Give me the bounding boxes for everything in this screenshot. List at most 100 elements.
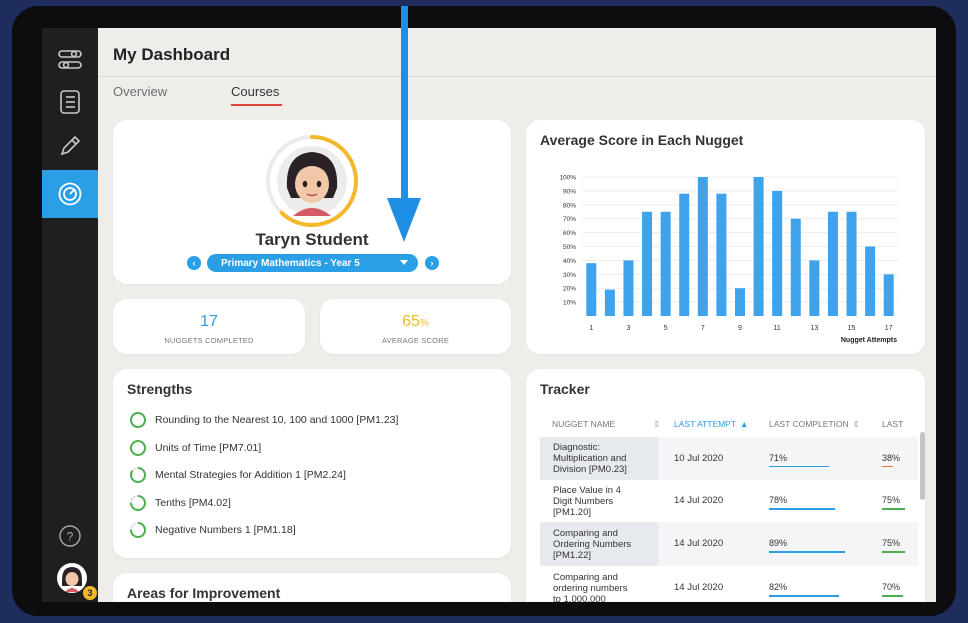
- chart-bar: [697, 177, 708, 316]
- y-tick-label: 10%: [563, 300, 576, 307]
- last-completion-cell: 71%: [769, 452, 788, 463]
- column-header-last-attempt[interactable]: LAST ATTEMPT ▲: [674, 419, 748, 429]
- bar-chart: 10%20%30%40%50%60%70%80%90%100%1 3 5 7 9 11 13…: [559, 175, 898, 344]
- last-attempt-cell: 10 Jul 2020: [674, 452, 724, 464]
- sidebar: ? 3: [42, 28, 98, 602]
- y-tick-label: 100%: [559, 175, 576, 182]
- last-score-cell: 75%: [882, 495, 901, 505]
- average-score-unit: %: [419, 318, 429, 329]
- chart-bar: [660, 211, 671, 316]
- y-tick-label: 80%: [563, 202, 576, 209]
- tablet-frame: ? 3 My Dashboard Overview Courses Taryn …: [12, 6, 956, 616]
- column-header-nugget-name-label: NUGGET NAME: [552, 419, 616, 429]
- column-header-last[interactable]: LAST: [882, 419, 903, 429]
- notification-badge: 3: [83, 586, 97, 600]
- nugget-name: Comparing and ordering numbers to 1,000,00…: [553, 572, 653, 603]
- table-row[interactable]: Comparing and Ordering Numbers [PM1.22] 14 …: [540, 522, 918, 566]
- y-tick-label: 60%: [563, 230, 576, 237]
- last-completion-cell: 89%: [769, 538, 788, 548]
- table-row[interactable]: Place Value in 4 Digit Numbers [PM1.20] 14 …: [540, 480, 918, 522]
- dashboard-icon[interactable]: [52, 176, 88, 212]
- average-score-label: AVERAGE SCORE: [381, 336, 450, 345]
- strength-label: Negative Numbers 1 [PM1.18]: [155, 524, 296, 536]
- tracker-card: Tracker NUGGET NAME ⇕ LAST ATTEMPT ▲ LAST …: [526, 369, 925, 602]
- chart-bar: [790, 218, 801, 316]
- strength-item[interactable]: Rounding to the Nearest 10, 100 and 1000…: [129, 411, 398, 429]
- chart-bar: [642, 211, 653, 316]
- nugget-name-line: Digit Numbers: [553, 495, 614, 507]
- last-score-cell: 38%: [882, 452, 901, 463]
- chevron-down-icon: [400, 260, 408, 265]
- progress-circle-icon: [130, 467, 146, 483]
- completion-bar: [769, 508, 836, 510]
- chart-bar: [846, 211, 857, 316]
- average-score-value: 65%: [320, 313, 511, 331]
- last-score-cell: 75%: [882, 538, 901, 548]
- column-header-last-completion-label: LAST COMPLETION: [769, 419, 849, 429]
- strength-item[interactable]: Negative Numbers 1 [PM1.18]: [129, 521, 296, 539]
- nugget-name-line: [PM1.22]: [553, 549, 592, 561]
- completion-bar: [769, 465, 830, 467]
- chart-bar: [772, 190, 783, 316]
- chart-bar: [753, 177, 764, 316]
- course-select[interactable]: Primary Mathematics - Year 5: [207, 254, 418, 272]
- next-course-button[interactable]: ›: [425, 256, 439, 270]
- column-header-nugget-name[interactable]: NUGGET NAME ⇕: [552, 419, 660, 430]
- help-icon[interactable]: ?: [52, 518, 88, 554]
- strength-item[interactable]: Mental Strategies for Addition 1 [PM2.24…: [129, 466, 346, 484]
- x-tick-label: 9: [738, 325, 742, 332]
- progress-circle-icon: [130, 412, 146, 428]
- chart-bar: [865, 246, 876, 316]
- nugget-name-line: Ordering Numbers: [553, 538, 632, 550]
- chart-bar: [586, 263, 597, 316]
- strength-label: Rounding to the Nearest 10, 100 and 1000…: [155, 414, 399, 426]
- chart-bar: [735, 288, 745, 316]
- nuggets-completed-card: 17 NUGGETS COMPLETED: [113, 299, 305, 354]
- y-tick-label: 50%: [563, 244, 576, 251]
- x-tick-label: 13: [810, 325, 818, 332]
- page-title: My Dashboard: [113, 45, 231, 64]
- strength-label: Units of Time [PM7.01]: [155, 442, 262, 454]
- last-score-bar: [882, 465, 894, 467]
- tab-courses[interactable]: Courses: [231, 84, 279, 99]
- nugget-name-line: [PM1.20]: [553, 506, 592, 518]
- strength-item[interactable]: Tenths [PM4.02]: [129, 494, 231, 512]
- strength-label: Tenths [PM4.02]: [155, 497, 231, 509]
- last-attempt-cell: 14 Jul 2020: [674, 582, 724, 593]
- x-tick-label: 5: [664, 325, 668, 332]
- tab-overview[interactable]: Overview: [113, 84, 167, 99]
- last-completion-cell: 78%: [769, 495, 788, 505]
- svg-text:?: ?: [67, 530, 74, 544]
- y-tick-label: 30%: [563, 272, 576, 279]
- chart-card: Average Score in Each Nugget 10% 20% 30% 40…: [526, 120, 925, 354]
- y-tick-label: 70%: [563, 216, 576, 223]
- pencil-icon[interactable]: [52, 128, 88, 164]
- strength-item[interactable]: Units of Time [PM7.01]: [129, 439, 261, 457]
- y-tick-label: 20%: [563, 286, 576, 293]
- strength-label: Mental Strategies for Addition 1 [PM2.24…: [155, 469, 346, 481]
- table-row[interactable]: Diagnostic: Multiplication and Division [P…: [540, 437, 918, 480]
- chart-bar: [679, 193, 690, 316]
- student-name: Taryn Student: [255, 230, 369, 249]
- chart-bar: [716, 193, 727, 316]
- average-score-number: 65: [402, 313, 420, 330]
- nugget-name-line: Comparing and: [553, 571, 618, 583]
- progress-circle-icon: [130, 522, 146, 538]
- last-score-bar: [882, 551, 905, 553]
- y-tick-label: 90%: [563, 188, 576, 195]
- previous-course-button[interactable]: ‹: [187, 256, 201, 270]
- settings-icon[interactable]: [52, 42, 88, 78]
- tracker-scrollbar[interactable]: [920, 432, 925, 500]
- column-header-last-completion[interactable]: LAST COMPLETION ⇕: [769, 419, 860, 430]
- nugget-name-line: Multiplication and: [553, 453, 627, 464]
- last-score-bar: [882, 595, 903, 597]
- list-icon[interactable]: [52, 84, 88, 120]
- y-tick-label: 40%: [563, 258, 576, 265]
- nugget-name: Diagnostic: Multiplication and Division [P…: [553, 442, 653, 475]
- header-divider: [98, 76, 936, 77]
- nugget-name-line: ordering numbers: [553, 582, 628, 594]
- table-row[interactable]: Comparing and ordering numbers to 1,000,00…: [540, 566, 918, 602]
- nugget-name: Place Value in 4 Digit Numbers [PM1.20]: [553, 485, 653, 518]
- x-tick-label: 15: [848, 325, 856, 332]
- x-tick-label: 17: [885, 325, 893, 332]
